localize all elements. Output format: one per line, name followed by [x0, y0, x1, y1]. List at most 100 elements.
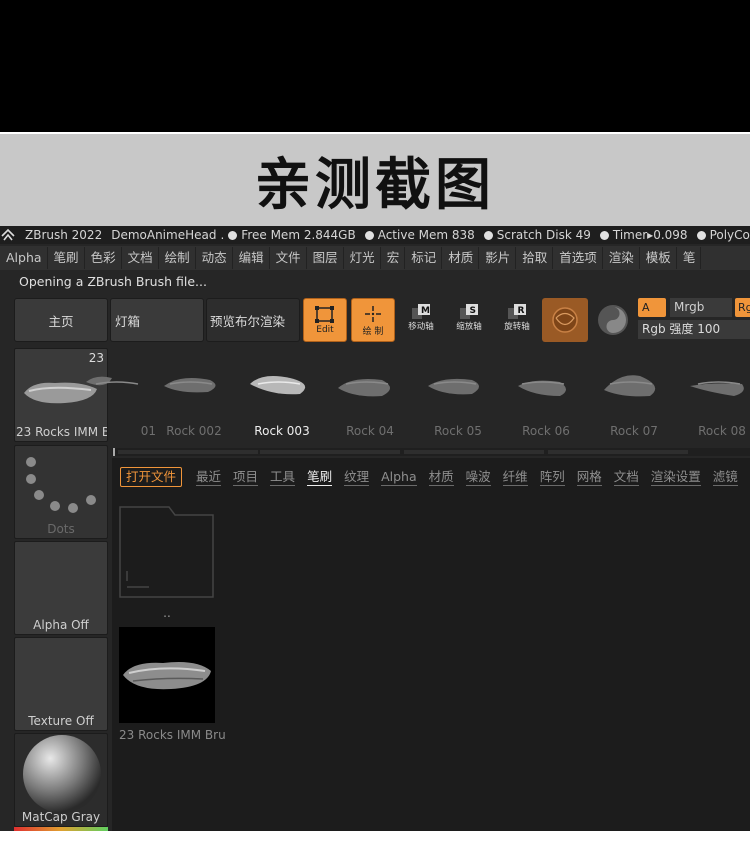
lightbox-tab[interactable]: 阵列	[539, 469, 565, 486]
shelf-rock-item[interactable]: Rock 002	[150, 348, 238, 444]
dot-icon	[228, 231, 238, 240]
shelf-rock-item[interactable]: Rock 003	[238, 348, 326, 444]
banner-title: 亲测截图	[255, 152, 495, 218]
app-name: ZBrush 2022	[25, 228, 103, 242]
rock-thumbnail-icon	[123, 662, 211, 690]
lightbox-button[interactable]: 灯箱	[110, 298, 204, 342]
menu-item[interactable]: 文档	[123, 247, 159, 269]
matcap-sphere-icon	[23, 735, 101, 813]
alpha-label: Alpha Off	[33, 618, 89, 632]
shelf-rock-item[interactable]: Rock 06	[502, 348, 590, 444]
lightbox-tab[interactable]: 纤维	[502, 469, 528, 486]
parent-folder[interactable]	[119, 503, 215, 599]
menu-item[interactable]: 笔刷	[49, 247, 85, 269]
menu-item[interactable]: 拾取	[517, 247, 554, 269]
rgb-toggle[interactable]: Rg	[735, 298, 750, 317]
alpha-toggle[interactable]: A	[638, 298, 666, 317]
shelf-rock-label: Rock 08	[698, 424, 746, 438]
edit-button[interactable]: Edit	[303, 298, 347, 342]
lightbox-tab[interactable]: 滤镜	[712, 469, 738, 486]
rotate-icon: R	[508, 304, 526, 320]
shelf-scrollbar[interactable]	[112, 448, 750, 456]
lightbox-tab[interactable]: 工具	[270, 469, 296, 486]
svg-text:S: S	[470, 306, 476, 316]
shelf-rock-item[interactable]: Rock 07	[590, 348, 678, 444]
lightbox-tab[interactable]: 噪波	[465, 469, 491, 486]
material-sphere-button[interactable]	[542, 298, 588, 342]
material-slot[interactable]: MatCap Gray	[14, 733, 108, 827]
menu-item[interactable]: 影片	[480, 247, 517, 269]
home-button[interactable]: 主页	[14, 298, 108, 342]
preview-boolean-render-button[interactable]: 预览布尔渲染	[206, 298, 300, 342]
brush-file-label: 23 Rocks IMM Bru	[119, 728, 226, 742]
material-swap-icon	[552, 307, 578, 333]
rock-icon	[690, 381, 744, 396]
color-swap-button[interactable]	[594, 298, 632, 342]
stroke-slot[interactable]: Dots	[14, 445, 108, 539]
menu-item[interactable]: 绘制	[160, 247, 196, 269]
lightbox-tab[interactable]: 纹理	[344, 469, 370, 486]
zbrush-window: ZBrush 2022 DemoAnimeHead . Free Mem 2.8…	[0, 226, 750, 831]
menu-bar: Alpha 笔刷 色彩 文档 绘制 动态 编辑 文件 图层 灯光宏标记 材质 影片 拾取 首选项 渲染 模板笔	[0, 246, 750, 270]
menu-item[interactable]: 宏	[382, 247, 406, 269]
stroke-label: Dots	[47, 522, 75, 536]
menu-item[interactable]: 渲染	[604, 247, 640, 269]
menu-item[interactable]: 灯光	[345, 247, 381, 269]
edit-icon	[315, 306, 334, 323]
menu-item[interactable]: 文件	[271, 247, 307, 269]
menu-item[interactable]: 色彩	[86, 247, 122, 269]
lightbox-tab[interactable]: 材质	[428, 469, 454, 486]
scroll-segment	[404, 450, 544, 454]
lightbox-tab[interactable]: 最近	[196, 469, 222, 486]
shelf-rock-item[interactable]: Rock 08	[678, 348, 750, 444]
menu-item[interactable]: 材质	[443, 247, 480, 269]
rgb-intensity-label: Rgb 强度	[642, 322, 694, 336]
project-name: DemoAnimeHead	[111, 228, 217, 242]
rock-icon	[164, 378, 216, 393]
brush-file-thumbnail[interactable]	[119, 627, 215, 723]
shelf-rock-label: Rock 05	[434, 424, 482, 438]
lightbox-tab[interactable]: Alpha	[381, 469, 417, 486]
menu-item[interactable]: 动态	[197, 247, 233, 269]
lightbox-tab[interactable]: 网格	[576, 469, 602, 486]
rock-icon	[250, 376, 306, 395]
alpha-slot[interactable]: Alpha Off	[14, 541, 108, 635]
menu-item[interactable]: 标记	[406, 247, 443, 269]
move-gizmo-button[interactable]: M 移动轴	[406, 304, 436, 338]
shelf-rock-item[interactable]: Rock 04	[326, 348, 414, 444]
texture-slot[interactable]: Texture Off	[14, 637, 108, 731]
scale-gizmo-button[interactable]: S 缩放轴	[454, 304, 484, 338]
lightbox-tab[interactable]: 项目	[233, 469, 259, 486]
shelf-rock-label: Rock 003	[254, 424, 310, 438]
timer: Timer▸0.098	[599, 228, 688, 242]
menu-item[interactable]: 编辑	[234, 247, 270, 269]
lightbox-tabs: 打开文件 最近项目工具笔刷纹理Alpha材质噪波纤维阵列网格文档渲染设置滤镜快速	[120, 466, 750, 488]
menu-item[interactable]: 首选项	[554, 247, 603, 269]
draw-icon	[365, 305, 381, 322]
title-sep: .	[220, 228, 225, 242]
zbrush-logo-icon	[0, 226, 16, 244]
draw-label: 绘 制	[362, 326, 384, 337]
scroll-segment	[118, 450, 258, 454]
title-bar: ZBrush 2022 DemoAnimeHead . Free Mem 2.8…	[0, 226, 750, 244]
open-file-button[interactable]: 打开文件	[120, 467, 183, 487]
lightbox-tab[interactable]: 渲染设置	[650, 469, 701, 486]
draw-button[interactable]: 绘 制	[351, 298, 395, 342]
scroll-segment	[548, 450, 688, 454]
lightbox-tab[interactable]: 笔刷	[307, 469, 333, 486]
rock-icon	[428, 378, 479, 395]
move-label: 移动轴	[408, 322, 434, 332]
top-black-area	[0, 0, 750, 132]
rotate-gizmo-button[interactable]: R 旋转轴	[502, 304, 532, 338]
menu-item[interactable]: 模板	[641, 247, 677, 269]
active-mem: Active Mem 838	[364, 228, 475, 242]
menu-item[interactable]: 笔	[678, 247, 702, 269]
menu-item[interactable]: 图层	[308, 247, 344, 269]
lightbox-tab[interactable]: 文档	[613, 469, 639, 486]
shelf-rock-item[interactable]: Rock 05	[414, 348, 502, 444]
rgb-panel: A Mrgb Rg Rgb 强度 100	[638, 296, 750, 342]
rgb-intensity-slider[interactable]: Rgb 强度 100	[638, 320, 750, 339]
mrgb-toggle[interactable]: Mrgb	[670, 298, 732, 317]
menu-item[interactable]: Alpha	[1, 247, 48, 269]
svg-text:R: R	[518, 306, 525, 316]
